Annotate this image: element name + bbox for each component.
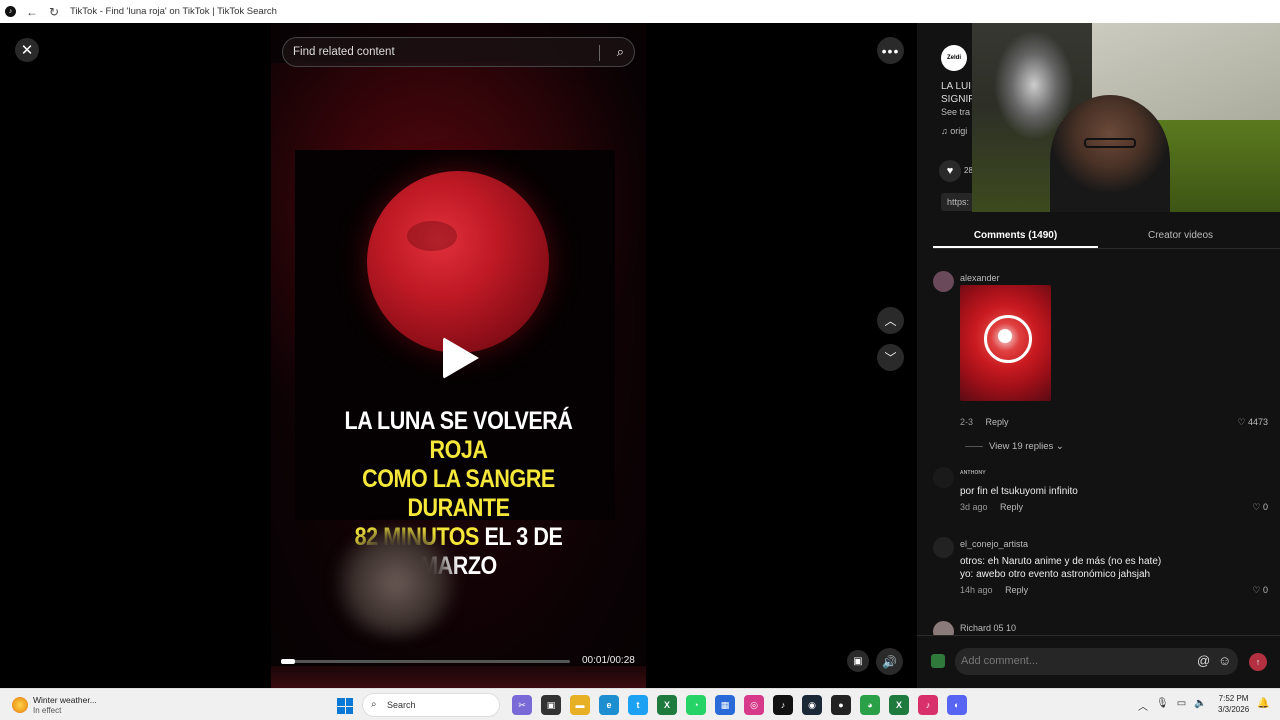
view-replies-button[interactable]: View 19 replies ⌄: [965, 441, 1064, 452]
file-explorer-icon[interactable]: ▬: [570, 695, 590, 715]
tiktok-page: ✕ LA LUNA SE VOLVERÁ ROJA COMO LA SANGRE …: [0, 23, 1280, 688]
caption-line: LA LUNA SE VOLVERÁ ROJA: [314, 407, 602, 465]
caption-segment: LA LUNA SE VOLVERÁ: [344, 407, 573, 435]
avatar[interactable]: [933, 271, 954, 292]
excel2-icon[interactable]: X: [889, 695, 909, 715]
mention-icon[interactable]: @: [1197, 653, 1210, 668]
caption-segment: ROJA: [429, 436, 488, 464]
progress-bar[interactable]: [281, 659, 570, 664]
add-comment-bar: Add comment... @ ☺ ↑: [917, 635, 1280, 688]
clock[interactable]: 7:52 PM 3/3/2026: [1218, 693, 1249, 715]
app-icon[interactable]: ♪: [918, 695, 938, 715]
heart-icon[interactable]: ♥: [939, 160, 961, 182]
caption-line: COMO LA SANGRE DURANTE: [314, 465, 602, 523]
chevron-up-icon[interactable]: ︿: [1138, 698, 1148, 713]
avatar[interactable]: [933, 467, 954, 488]
excel-icon[interactable]: X: [657, 695, 677, 715]
tab-comments[interactable]: Comments (1490): [933, 223, 1098, 248]
webcam-overlay: [972, 23, 1280, 212]
back-icon[interactable]: ←: [26, 6, 38, 18]
search-placeholder: Find related content: [293, 46, 395, 58]
play-icon[interactable]: [443, 337, 479, 379]
comment-like-count[interactable]: ♡ 0: [1252, 585, 1268, 596]
glasses-shape: [1084, 138, 1136, 148]
video-player[interactable]: LA LUNA SE VOLVERÁ ROJA COMO LA SANGRE DU…: [271, 23, 646, 688]
caption-segment: COMO LA SANGRE DURANTE: [362, 465, 555, 522]
steam-icon[interactable]: ◉: [802, 695, 822, 715]
comment-like-count[interactable]: ♡ 4473: [1237, 417, 1268, 428]
weather-subtitle: In effect: [33, 706, 62, 715]
discord-icon[interactable]: ◐: [947, 695, 967, 715]
comment-meta: 2-3 Reply: [960, 417, 1009, 427]
search-divider: [599, 45, 600, 61]
browser-title-bar: ♪ ← ↻ TikTok - Find 'luna roja' on TikTo…: [0, 0, 1280, 23]
taskbar-apps: ✂ ▣ ▬ e t X ◔ ▦ ◎ ♪ ◉ ● ◕ X ♪ ◐: [512, 695, 967, 715]
progress-fill: [281, 659, 296, 664]
comment-like-count[interactable]: ♡ 0: [1252, 502, 1268, 513]
video-bottom-bar: [271, 666, 646, 688]
instagram-icon[interactable]: ◎: [744, 695, 764, 715]
comment-text: por fin el tsukuyomi infinito: [960, 486, 1078, 497]
previous-video-button[interactable]: ︿: [877, 307, 904, 334]
replies-line: [965, 445, 983, 447]
comment-user[interactable]: ᴀɴᴛʜᴏɴʏ: [960, 469, 986, 476]
notification-icon[interactable]: 🔔: [1257, 698, 1269, 709]
chrome-icon[interactable]: ◕: [860, 695, 880, 715]
music-link[interactable]: ♫ origi: [941, 126, 967, 136]
reply-button[interactable]: Reply: [1000, 502, 1023, 512]
whatsapp-icon[interactable]: ◔: [686, 695, 706, 715]
snipping-icon[interactable]: ✂: [512, 695, 532, 715]
reply-button[interactable]: Reply: [1005, 585, 1028, 595]
volume-button[interactable]: 🔊: [876, 648, 903, 675]
search-icon: ⌕: [371, 699, 377, 710]
video-time: 00:01/00:28: [582, 655, 635, 666]
comment-meta: 3d ago Reply: [960, 502, 1024, 512]
comment-text-line2: yo: awebo otro evento astronómico jahsja…: [960, 569, 1151, 580]
tiktok-favicon-icon: ♪: [5, 6, 16, 17]
microphone-icon[interactable]: 🎙: [1156, 698, 1169, 713]
next-video-button[interactable]: ﹀: [877, 344, 904, 371]
comment-user[interactable]: el_conejo_artista: [960, 539, 1028, 549]
task-view-icon[interactable]: ▣: [541, 695, 561, 715]
obs-icon[interactable]: ●: [831, 695, 851, 715]
comment-meta: 14h ago Reply: [960, 585, 1029, 595]
reload-icon[interactable]: ↻: [48, 6, 60, 18]
comment-text: otros: eh Naruto anime y de más (no es h…: [960, 556, 1162, 567]
comment-user[interactable]: alexander: [960, 273, 1000, 283]
tiktok-icon[interactable]: ♪: [773, 695, 793, 715]
weather-icon: [12, 697, 28, 713]
comment-user[interactable]: Richard 05 10: [960, 623, 1016, 633]
system-tray: ︿ 🎙 ▭ 🔈: [1138, 698, 1207, 713]
tab-creator-videos[interactable]: Creator videos: [1098, 223, 1263, 248]
panel-tabs: Comments (1490) Creator videos: [933, 223, 1280, 249]
weather-title: Winter weather...: [33, 695, 97, 705]
twitter-icon[interactable]: t: [628, 695, 648, 715]
send-button[interactable]: ↑: [1249, 653, 1267, 671]
sharingan-sticker: [960, 285, 1051, 401]
pip-button[interactable]: ▣: [847, 650, 869, 672]
author-avatar[interactable]: Zeldi: [941, 45, 967, 71]
blood-moon-image: [367, 171, 549, 353]
windows-taskbar: Winter weather... In effect ⌕ Search ✂ ▣ ▬…: [0, 688, 1280, 720]
edge-icon[interactable]: e: [599, 695, 619, 715]
emoji-icon[interactable]: ☺: [1218, 653, 1231, 668]
reply-button[interactable]: Reply: [986, 417, 1009, 427]
close-button[interactable]: ✕: [15, 38, 39, 62]
user-avatar: [931, 654, 945, 668]
more-options-button[interactable]: •••: [877, 37, 904, 64]
blurred-hand: [331, 528, 461, 638]
avatar[interactable]: [933, 537, 954, 558]
store-icon[interactable]: ▦: [715, 695, 735, 715]
add-comment-input[interactable]: Add comment...: [955, 648, 1238, 675]
weather-widget[interactable]: Winter weather... In effect: [12, 693, 112, 717]
network-icon[interactable]: ▭: [1177, 698, 1186, 713]
volume-icon[interactable]: 🔈: [1194, 698, 1206, 713]
taskbar-search[interactable]: ⌕ Search: [362, 693, 500, 717]
search-input[interactable]: Find related content ⌕: [282, 37, 635, 67]
search-icon[interactable]: ⌕: [617, 44, 624, 60]
start-button[interactable]: [337, 698, 353, 714]
tab-title: TikTok - Find 'luna roja' on TikTok | Ti…: [70, 6, 277, 17]
